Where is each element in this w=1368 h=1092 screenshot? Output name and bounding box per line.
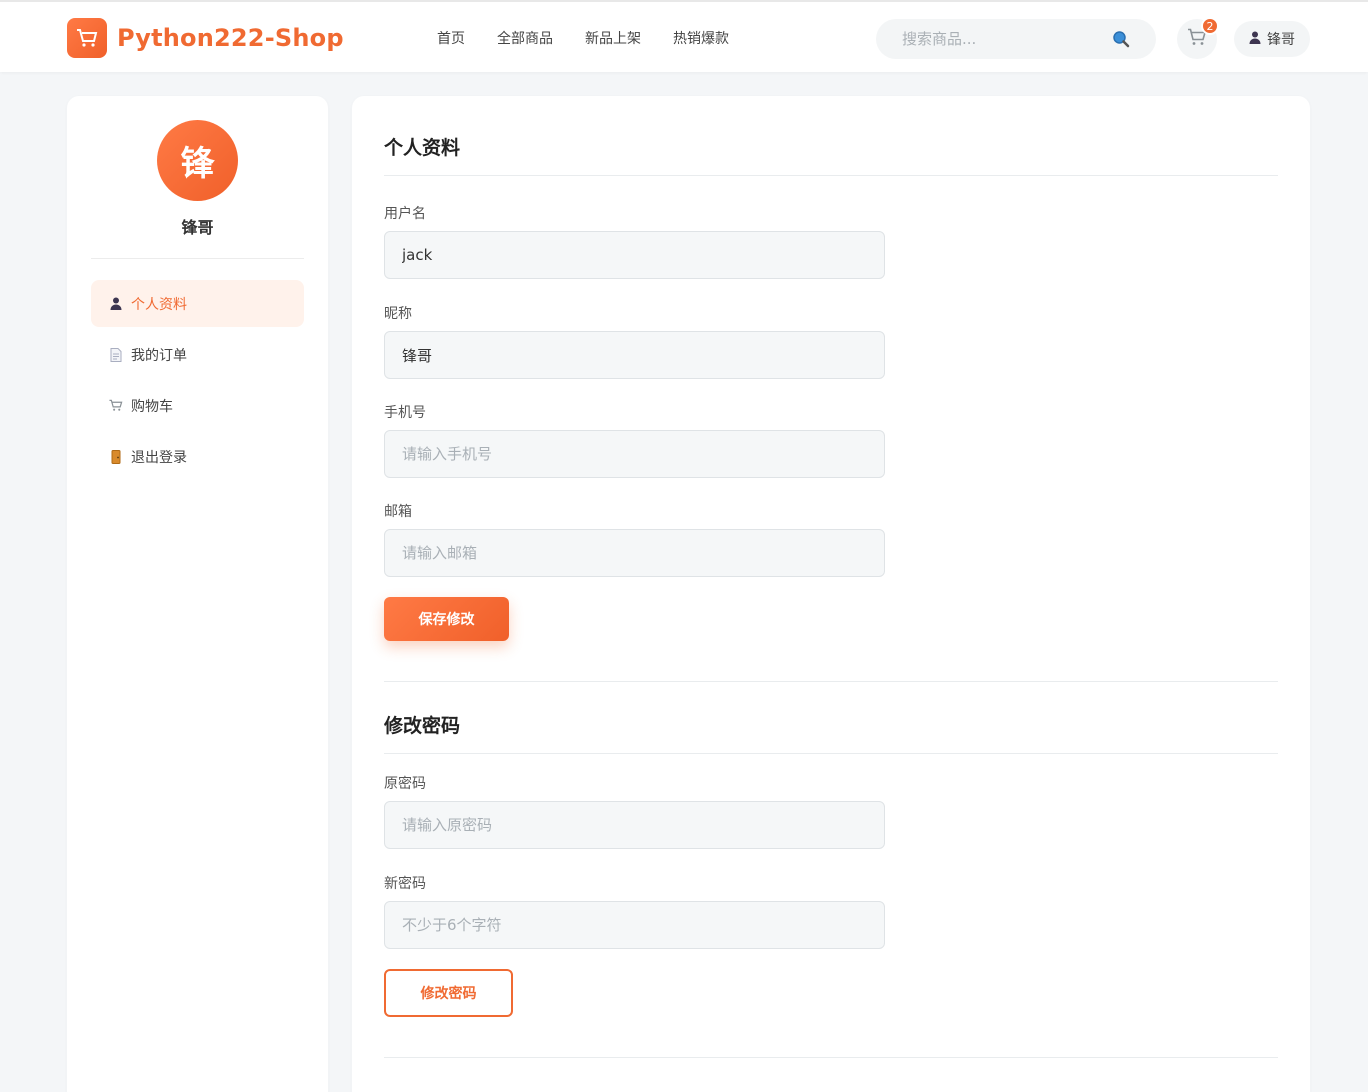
cart-icon bbox=[109, 399, 123, 413]
sidebar-item-label: 退出登录 bbox=[131, 449, 187, 466]
main-panel: 个人资料 用户名 昵称 手机号 邮箱 保存修改 修改密码 原密码 新密码 修改密… bbox=[352, 96, 1310, 1092]
sidebar-item-profile[interactable]: 个人资料 bbox=[91, 280, 304, 327]
change-password-button[interactable]: 修改密码 bbox=[384, 969, 513, 1017]
phone-field[interactable] bbox=[384, 430, 885, 478]
divider bbox=[384, 681, 1278, 682]
sidebar-item-logout[interactable]: 退出登录 bbox=[91, 433, 304, 480]
door-icon bbox=[109, 449, 123, 464]
user-menu-button[interactable]: 锋哥 bbox=[1234, 21, 1310, 57]
email-field[interactable] bbox=[384, 529, 885, 577]
sidebar-item-label: 个人资料 bbox=[131, 296, 187, 313]
new-password-label: 新密码 bbox=[384, 876, 426, 892]
user-name: 锋哥 bbox=[1267, 32, 1295, 48]
old-password-field[interactable] bbox=[384, 801, 885, 849]
divider bbox=[91, 258, 304, 259]
nav-all-products[interactable]: 全部商品 bbox=[497, 28, 553, 48]
search-icon[interactable] bbox=[1112, 30, 1130, 48]
top-header: Python222-Shop 首页 全部商品 新品上架 热销爆款 2 锋哥 bbox=[0, 0, 1368, 72]
sidebar-user-name: 锋哥 bbox=[181, 218, 214, 237]
search-bar bbox=[876, 19, 1156, 59]
person-icon bbox=[1249, 31, 1261, 48]
logo-text: Python222-Shop bbox=[117, 24, 344, 52]
search-input[interactable] bbox=[902, 30, 1102, 48]
nav-new-arrivals[interactable]: 新品上架 bbox=[585, 28, 641, 48]
cart-count-badge: 2 bbox=[1201, 17, 1219, 35]
avatar: 锋 bbox=[157, 120, 238, 201]
nickname-field[interactable] bbox=[384, 331, 885, 379]
divider bbox=[384, 1057, 1278, 1058]
profile-section-title: 个人资料 bbox=[384, 137, 461, 159]
divider bbox=[384, 175, 1278, 176]
nav-hot-sellers[interactable]: 热销爆款 bbox=[673, 28, 729, 48]
sidebar-menu: 个人资料 我的订单 购物车 退出登录 bbox=[91, 280, 304, 484]
save-button[interactable]: 保存修改 bbox=[384, 597, 509, 641]
nav-home[interactable]: 首页 bbox=[437, 28, 465, 48]
sidebar-item-label: 购物车 bbox=[131, 398, 173, 415]
divider bbox=[384, 753, 1278, 754]
sidebar-item-cart[interactable]: 购物车 bbox=[91, 382, 304, 429]
logo[interactable]: Python222-Shop bbox=[67, 17, 344, 59]
password-section-title: 修改密码 bbox=[384, 715, 461, 737]
nickname-label: 昵称 bbox=[384, 306, 412, 322]
person-icon bbox=[109, 297, 123, 311]
sidebar-item-orders[interactable]: 我的订单 bbox=[91, 331, 304, 378]
new-password-field[interactable] bbox=[384, 901, 885, 949]
document-icon bbox=[109, 347, 123, 362]
username-field[interactable] bbox=[384, 231, 885, 279]
email-label: 邮箱 bbox=[384, 504, 412, 520]
sidebar-item-label: 我的订单 bbox=[131, 347, 187, 364]
old-password-label: 原密码 bbox=[384, 776, 426, 792]
main-nav: 首页 全部商品 新品上架 热销爆款 bbox=[437, 28, 729, 48]
sidebar: 锋 锋哥 个人资料 我的订单 购物车 退出登录 bbox=[67, 96, 328, 1092]
username-label: 用户名 bbox=[384, 206, 426, 222]
phone-label: 手机号 bbox=[384, 405, 426, 421]
cart-logo-icon bbox=[67, 18, 107, 58]
